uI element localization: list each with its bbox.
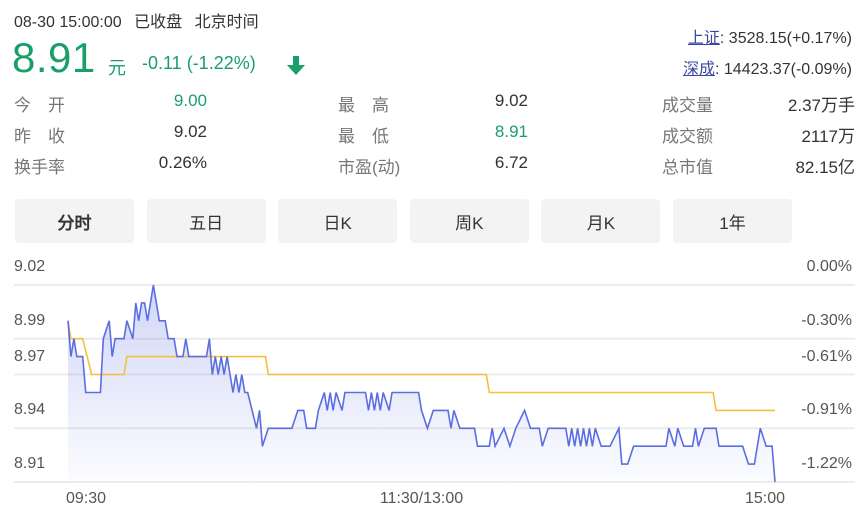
y-tick-label: 8.91	[14, 455, 46, 472]
stat-label: 昨 收	[14, 127, 65, 146]
stat-label: 最 高	[338, 96, 389, 115]
y-tick-label: 9.02	[14, 258, 46, 275]
tab-5[interactable]: 1年	[673, 199, 792, 243]
stat-value: 82.15亿	[795, 158, 855, 177]
right-tick-label: -0.30%	[801, 311, 852, 329]
stat-value: 2117万	[801, 127, 855, 146]
stat-value: 9.02	[173, 122, 207, 141]
tab-1[interactable]: 五日	[146, 199, 266, 243]
x-tick-label: 09:30	[66, 490, 107, 507]
x-tick-label: 11:30/13:00	[379, 490, 464, 507]
tab-3[interactable]: 周K	[409, 199, 529, 243]
right-tick-label: -0.91%	[801, 401, 852, 419]
stat-value: 6.72	[494, 153, 528, 172]
stat-value: 8.91	[494, 122, 528, 141]
stat-label: 总市值	[662, 158, 713, 177]
right-tick-label: -1.22%	[801, 455, 852, 472]
price-area-fill	[68, 285, 775, 482]
y-tick-label: 8.99	[14, 311, 46, 329]
right-tick-label: 0.00%	[806, 258, 852, 275]
stat-value: 9.02	[494, 91, 528, 110]
right-tick-label: -0.61%	[801, 347, 852, 365]
tab-4[interactable]: 月K	[541, 199, 661, 243]
stat-label: 最 低	[338, 127, 389, 146]
tab-2[interactable]: 日K	[278, 199, 398, 243]
stat-label: 成交额	[662, 127, 713, 146]
stat-label: 市盈(动)	[338, 158, 401, 177]
x-tick-label: 15:00	[744, 490, 786, 507]
stat-label: 成交量	[662, 96, 713, 115]
chart-canvas	[14, 284, 855, 483]
stat-value: 0.26%	[158, 153, 207, 172]
y-tick-label: 8.97	[14, 347, 46, 365]
y-tick-label: 8.94	[14, 401, 46, 419]
stat-label: 换手率	[14, 158, 65, 177]
stat-value: 2.37万手	[787, 96, 855, 115]
stat-label: 今 开	[14, 96, 65, 115]
tab-0[interactable]: 分时	[15, 199, 134, 243]
stock-quote-widget: 08-30 15:00:00 已收盘 北京时间 8.91 元 -0.11 (-1…	[0, 0, 866, 517]
stat-value: 9.00	[173, 91, 207, 110]
